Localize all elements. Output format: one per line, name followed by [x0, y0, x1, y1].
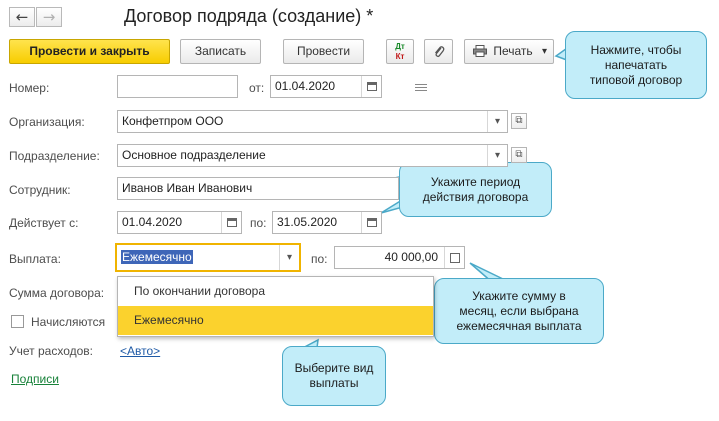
chevron-down-icon[interactable]: ▾ [487, 145, 507, 166]
valid-from-label: Действует с: [9, 216, 79, 230]
number-input[interactable] [117, 75, 238, 98]
valid-to-label: по: [250, 216, 267, 230]
payment-type-select[interactable]: Ежемесячно ▾ [115, 243, 301, 272]
payment-amount-label: по: [311, 252, 328, 266]
payment-label: Выплата: [9, 252, 61, 266]
accrued-checkbox[interactable] [11, 315, 24, 328]
valid-from-input[interactable]: 01.04.2020 [117, 211, 242, 234]
payment-type-value: Ежемесячно [121, 250, 193, 264]
open-department-icon[interactable]: ⧉ [511, 147, 527, 163]
dropdown-option-end-of-contract[interactable]: По окончании договора [118, 277, 433, 306]
payment-type-dropdown: По окончании договора Ежемесячно [117, 276, 434, 337]
chevron-down-icon[interactable]: ▾ [279, 245, 299, 270]
department-input[interactable]: Основное подразделение ▾ [117, 144, 508, 167]
employee-input[interactable]: Иванов Иван Иванович [117, 177, 399, 200]
expense-label: Учет расходов: [9, 344, 93, 358]
dropdown-option-monthly[interactable]: Ежемесячно [118, 306, 433, 335]
number-label: Номер: [9, 81, 50, 95]
valid-to-input[interactable]: 31.05.2020 [272, 211, 382, 234]
department-label: Подразделение: [9, 149, 100, 163]
date-from-label: от: [249, 81, 265, 95]
employee-label: Сотрудник: [9, 183, 71, 197]
department-value: Основное подразделение [122, 148, 266, 162]
document-date-value: 01.04.2020 [275, 79, 336, 93]
calendar-icon[interactable] [361, 76, 381, 97]
employee-value: Иванов Иван Иванович [122, 181, 253, 195]
organization-value: Конфетпром ООО [122, 114, 224, 128]
expense-auto-link[interactable]: <Авто> [120, 344, 160, 358]
payment-amount-input[interactable]: 40 000,00 [334, 246, 465, 269]
payment-amount-value: 40 000,00 [384, 250, 438, 264]
organization-input[interactable]: Конфетпром ООО ▾ [117, 110, 508, 133]
comment-icon[interactable] [415, 83, 427, 92]
document-date-input[interactable]: 01.04.2020 [270, 75, 382, 98]
valid-to-value: 31.05.2020 [277, 215, 338, 229]
accrued-label: Начисляются [31, 315, 106, 329]
signatures-link[interactable]: Подписи [11, 372, 59, 386]
amount-callout: Укажите сумму в месяц, если выбрана ежем… [434, 278, 604, 344]
open-organization-icon[interactable]: ⧉ [511, 113, 527, 129]
organization-label: Организация: [9, 115, 85, 129]
payment-type-callout: Выберите вид выплаты [282, 346, 386, 406]
period-callout: Укажите период действия договора [399, 162, 552, 217]
calendar-icon[interactable] [221, 212, 241, 233]
chevron-down-icon[interactable]: ▾ [487, 111, 507, 132]
valid-from-value: 01.04.2020 [122, 215, 183, 229]
print-callout: Нажмите, чтобы напечатать типовой догово… [565, 31, 707, 99]
calculator-icon[interactable] [444, 247, 464, 268]
calendar-icon[interactable] [361, 212, 381, 233]
contract-sum-label: Сумма договора: [9, 286, 105, 300]
